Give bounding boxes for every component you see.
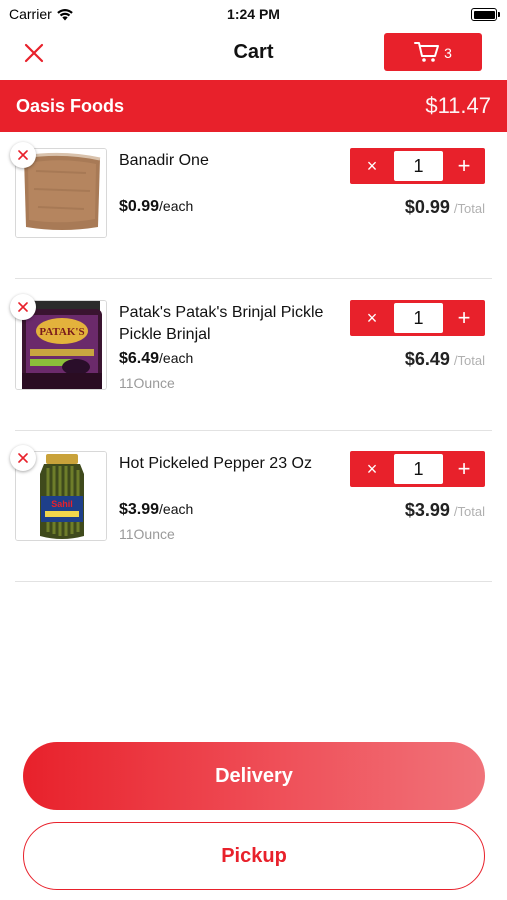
quantity-stepper: × 1 + (350, 300, 485, 336)
quantity-value[interactable]: 1 (394, 303, 443, 333)
cart-count-badge: 3 (444, 45, 452, 61)
remove-item-button[interactable] (10, 294, 36, 320)
divider (15, 278, 492, 279)
line-total: $0.99 /Total (405, 197, 485, 218)
cart-button[interactable]: 3 (384, 33, 482, 71)
delivery-button[interactable]: Delivery (23, 742, 485, 810)
item-name: Patak's Patak's Brinjal Pickle Pickle Br… (119, 304, 324, 343)
divider (15, 581, 492, 582)
quantity-value[interactable]: 1 (394, 454, 443, 484)
cart-icon (414, 42, 440, 62)
line-total-amount: $3.99 (404, 500, 450, 520)
cart-item: PATAK'S Patak's Patak's Brinjal Pickle P… (10, 294, 492, 450)
line-total-label: /Total (453, 201, 485, 216)
quantity-value[interactable]: 1 (394, 151, 443, 181)
store-name: Oasis Foods (16, 95, 125, 116)
line-total: $6.49 /Total (405, 349, 485, 370)
store-total: $11.47 (425, 93, 491, 118)
cart-item: Banadir One $0.99/each × 1 + $0.99 /Tota… (10, 142, 492, 298)
decrease-quantity-button[interactable]: × (350, 148, 394, 184)
product-label-text: PATAK'S (39, 326, 84, 338)
remove-item-button[interactable] (10, 445, 36, 471)
item-size: 11Ounce (119, 526, 175, 542)
divider (15, 430, 492, 431)
product-label-text: Sahil (51, 499, 73, 509)
increase-quantity-button[interactable]: + (443, 300, 485, 336)
battery-icon (471, 8, 500, 21)
decrease-quantity-button[interactable]: × (350, 451, 394, 487)
line-total-label: /Total (453, 504, 485, 519)
decrease-quantity-button[interactable]: × (350, 300, 394, 336)
item-price: $0.99/each (119, 198, 193, 216)
remove-item-button[interactable] (10, 142, 36, 168)
close-icon (18, 302, 28, 312)
pickup-button[interactable]: Pickup (23, 822, 485, 890)
item-name: Hot Pickeled Pepper 23 Oz (119, 455, 312, 472)
line-total-amount: $6.49 (404, 349, 450, 369)
close-icon (18, 453, 28, 463)
item-price-unit: /each (159, 501, 194, 517)
item-price-value: $3.99 (119, 501, 160, 518)
line-total: $3.99 /Total (405, 500, 485, 521)
quantity-stepper: × 1 + (350, 148, 485, 184)
item-price-unit: /each (159, 350, 194, 366)
nav-bar: Cart 3 (0, 30, 507, 78)
status-time: 1:24 PM (227, 6, 280, 22)
increase-quantity-button[interactable]: + (443, 451, 485, 487)
status-bar: Carrier 1:24 PM (0, 0, 507, 30)
store-banner: Oasis Foods $11.47 (0, 80, 507, 132)
quantity-stepper: × 1 + (350, 451, 485, 487)
cart-item: Sahil Hot Pickeled Pepper 23 Oz $3.99/ea… (10, 445, 492, 601)
item-price: $6.49/each (119, 350, 193, 368)
line-total-label: /Total (453, 353, 485, 368)
item-price-value: $0.99 (119, 198, 160, 215)
item-price-value: $6.49 (119, 350, 160, 367)
close-icon (18, 150, 28, 160)
item-name: Banadir One (119, 152, 209, 169)
item-price: $3.99/each (119, 501, 193, 519)
line-total-amount: $0.99 (404, 197, 450, 217)
item-price-unit: /each (159, 198, 194, 214)
item-size: 11Ounce (119, 375, 175, 391)
increase-quantity-button[interactable]: + (443, 148, 485, 184)
